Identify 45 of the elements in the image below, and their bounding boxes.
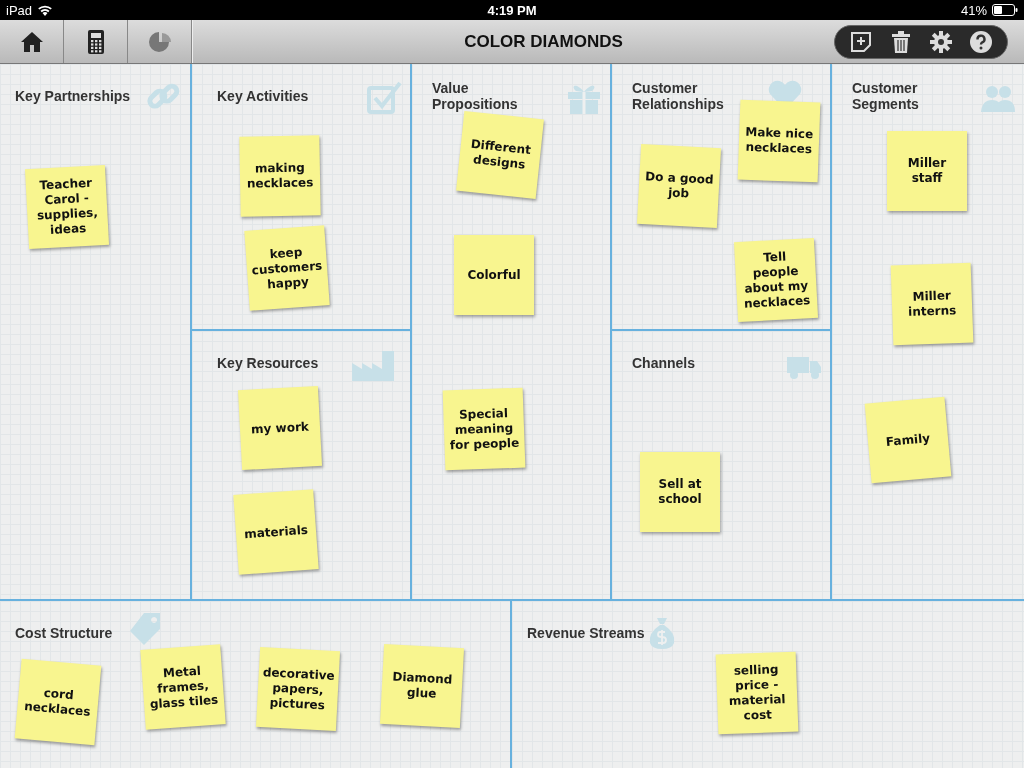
block-title: Channels (632, 355, 695, 371)
settings-icon (930, 30, 952, 53)
block-title: Customer Segments (852, 80, 920, 112)
block-title: Revenue Streams (527, 625, 645, 641)
money-bag-icon (647, 615, 677, 649)
sticky-note[interactable]: Colorful (454, 235, 534, 315)
calculator-icon (87, 29, 104, 54)
trash-icon (891, 30, 911, 53)
sticky-note[interactable]: Make nice necklaces (737, 99, 821, 183)
sticky-note[interactable]: cord necklaces (14, 658, 102, 746)
sticky-note[interactable]: my work (237, 385, 323, 471)
wifi-icon (37, 4, 54, 16)
sticky-note[interactable]: Special meaning for people (442, 387, 526, 471)
block-title: Key Resources (217, 355, 319, 371)
battery-icon (992, 4, 1018, 16)
block-title: Cost Structure (15, 625, 113, 641)
sticky-note[interactable]: Miller interns (890, 262, 974, 346)
sticky-note[interactable]: making necklaces (239, 135, 321, 217)
sticky-note[interactable]: Miller staff (887, 131, 967, 211)
sticky-note[interactable]: Tell people about my necklaces (733, 237, 819, 323)
sticky-note[interactable]: materials (233, 489, 319, 575)
clock-time: 4:19 PM (487, 2, 537, 18)
sticky-note[interactable]: decorative papers, pictures (255, 646, 341, 732)
sticky-note[interactable]: keep customers happy (244, 225, 330, 311)
block-title: Customer Relationships (632, 80, 725, 112)
sticky-note[interactable]: Metal frames, glass tiles (140, 644, 226, 730)
sticky-note[interactable]: Do a good job (636, 143, 722, 229)
pie-chart-icon (147, 29, 172, 54)
home-icon (19, 30, 44, 53)
add-note-icon (850, 30, 872, 53)
device-name: iPad (6, 2, 33, 18)
sticky-note[interactable]: selling price - material cost (715, 651, 799, 735)
canvas-title: COLOR DIAMONDS (192, 20, 834, 63)
block-title: Value Propositions (432, 80, 519, 112)
sticky-note[interactable]: Different designs (456, 111, 544, 199)
block-title: Key Activities (217, 88, 309, 104)
tag-icon (130, 611, 162, 645)
checkbox-icon (366, 80, 402, 114)
block-title: Key Partnerships (15, 88, 131, 104)
battery-percent: 41% (960, 2, 987, 18)
help-icon (970, 30, 992, 53)
sticky-note[interactable]: Teacher Carol - supplies, ideas (24, 164, 110, 250)
sticky-note[interactable]: Family (864, 396, 952, 484)
sticky-note[interactable]: Diamond glue (379, 643, 465, 729)
sticky-note[interactable]: Sell at school (640, 452, 720, 532)
